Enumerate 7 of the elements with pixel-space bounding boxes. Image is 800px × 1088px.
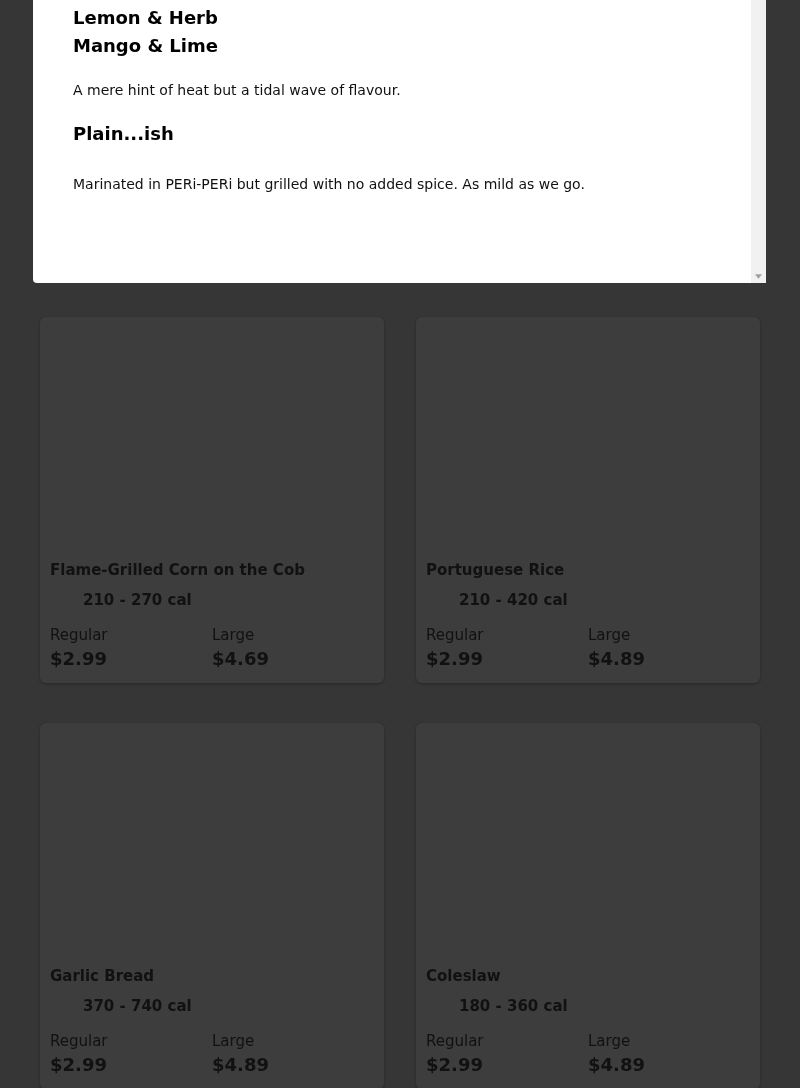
flavour-heading: Lemon & Herb [73,6,218,30]
flavour-description: A mere hint of heat but a tidal wave of flavour. [73,81,402,100]
flavour-heading: Mango & Lime [73,34,218,58]
flavour-description: Marinated in PERi-PERi but grilled with no added spice. As mild as we go. [73,175,586,194]
down-arrow-icon[interactable] [755,274,762,279]
scrollbar[interactable] [751,0,766,283]
flavour-heading: Plain...ish [73,122,174,146]
